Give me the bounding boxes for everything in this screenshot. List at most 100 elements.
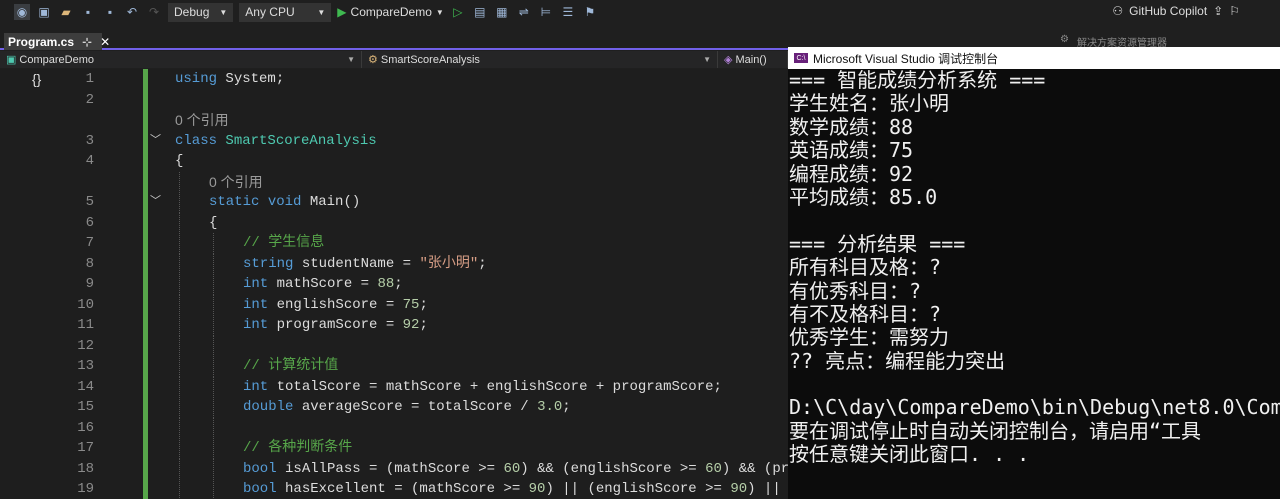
indent-icon[interactable]: ⊨: [538, 4, 554, 20]
project-dropdown[interactable]: ▣ CompareDemo ▼: [0, 51, 362, 68]
code-token: bool: [243, 481, 277, 497]
code-token: System;: [217, 71, 285, 87]
code-line: 11 int programScore = 92;: [0, 315, 788, 336]
indent-guide: [213, 253, 214, 275]
code-text: int mathScore = 88;: [243, 274, 403, 295]
console-line: 英语成绩：75: [789, 138, 914, 163]
code-token: ) && (englishScore >=: [520, 460, 706, 477]
code-token: int: [243, 317, 269, 333]
line-number: 17: [77, 440, 94, 456]
code-token: ;: [394, 276, 403, 292]
code-token: SmartScoreAnalysis: [225, 132, 377, 149]
class-icon: ⚙: [368, 54, 378, 66]
window-layout-icon[interactable]: ▦: [494, 4, 510, 20]
indent-guide: [179, 417, 180, 439]
code-token: // 学生信息: [243, 235, 325, 251]
indent-guide: [213, 356, 214, 377]
line-number: 15: [77, 399, 94, 415]
member-dropdown[interactable]: ◈ Main(): [718, 51, 788, 68]
fold-chevron-icon[interactable]: ﹀: [150, 131, 161, 152]
start-without-debugging-icon[interactable]: ▷: [450, 4, 466, 20]
console-line: ?? 亮点：编程能力突出: [789, 348, 1006, 373]
indent-guide: [179, 212, 180, 234]
comment-icon[interactable]: ☰: [560, 4, 576, 20]
console-line: 平均成绩：85.0: [789, 184, 938, 209]
platform-select[interactable]: Any CPU ▼: [239, 2, 332, 22]
code-line: 4{: [0, 151, 788, 172]
code-token: using: [175, 71, 218, 87]
code-token: bool: [243, 460, 277, 477]
open-folder-icon[interactable]: ▰: [58, 4, 74, 20]
code-token: programScore =: [268, 317, 403, 333]
format-icon[interactable]: ⇌: [516, 4, 532, 20]
indent-guide: [213, 335, 214, 357]
indent-guide: [179, 315, 180, 336]
configuration-select[interactable]: Debug ▼: [168, 2, 234, 22]
debug-console-window[interactable]: C:\ Microsoft Visual Studio 调试控制台 === 智能…: [788, 47, 1280, 499]
share-icon[interactable]: ⇪: [1213, 4, 1223, 18]
close-icon[interactable]: ✕: [100, 35, 110, 49]
console-line: 所有科目及格：?: [789, 255, 942, 280]
new-project-icon[interactable]: ▣: [36, 4, 52, 20]
gear-icon[interactable]: ⚙: [1060, 34, 1069, 46]
code-token: ;: [562, 399, 571, 415]
line-number: 16: [77, 419, 94, 436]
indent-guide: [213, 233, 214, 254]
tab-label: Program.cs: [8, 34, 75, 49]
console-line: 有优秀科目：?: [789, 278, 922, 303]
line-number: 10: [77, 296, 94, 313]
redo-icon[interactable]: ↷: [146, 4, 162, 20]
feedback-icon[interactable]: ⚐: [1229, 4, 1240, 18]
save-icon[interactable]: ▪: [80, 4, 96, 20]
pin-icon[interactable]: ⊹: [82, 35, 92, 49]
github-copilot-button[interactable]: ⚇ GitHub Copilot ⇪ ⚐: [1112, 4, 1240, 18]
code-line: 1 using System;: [0, 69, 788, 90]
solution-icon[interactable]: ▤: [472, 4, 488, 20]
code-token: int: [243, 296, 269, 313]
navigate-back-icon[interactable]: ◉: [14, 4, 30, 20]
code-token: {: [175, 153, 184, 169]
code-editor[interactable]: {} 1 using System; 2 0 个引用 3 ﹀ class SmartScor…: [0, 69, 788, 499]
reference-count[interactable]: 0 个引用: [175, 112, 229, 128]
code-token: hasExcellent = (mathScore >=: [276, 481, 529, 497]
class-dropdown[interactable]: ⚙ SmartScoreAnalysis ▼: [362, 51, 718, 68]
save-all-icon[interactable]: ▪: [102, 4, 118, 20]
code-text: int englishScore = 75;: [243, 295, 428, 316]
indent-guide: [179, 356, 180, 377]
console-line: 学生姓名：张小明: [789, 91, 949, 116]
indent-guide: [179, 294, 180, 316]
code-line: 13 // 计算统计值: [0, 356, 788, 377]
reference-count[interactable]: 0 个引用: [209, 174, 263, 190]
code-token: ) && (pr: [721, 460, 788, 477]
console-line: 按任意键关闭此窗口. . .: [789, 442, 1030, 467]
code-token: totalScore = mathScore + englishScore + …: [268, 378, 722, 395]
line-number: 12: [77, 337, 94, 354]
code-text: // 各种判断条件: [243, 438, 352, 459]
tab-program-cs[interactable]: Program.cs ⊹ ✕: [4, 33, 110, 50]
indent-guide: [179, 192, 180, 213]
class-name: SmartScoreAnalysis: [380, 53, 480, 66]
code-token: // 各种判断条件: [243, 440, 353, 456]
indent-guide: [213, 397, 214, 418]
method-icon: ◈: [724, 54, 733, 66]
undo-icon[interactable]: ↶: [124, 4, 140, 20]
console-line: 数学成绩：88: [789, 114, 914, 139]
codelens-references[interactable]: 0 个引用: [0, 110, 788, 131]
indent-guide: [179, 233, 180, 254]
code-token: 60: [705, 460, 722, 477]
indent-guide: [179, 397, 180, 418]
line-number: 7: [85, 235, 94, 251]
indent-guide: [213, 274, 214, 295]
fold-chevron-icon[interactable]: ﹀: [150, 192, 161, 213]
toolbar: ◉ ▣ ▰ ▪ ▪ ↶ ↷ Debug ▼ Any CPU ▼ ▶ CompareDe…: [0, 0, 1280, 24]
codelens-references[interactable]: 0 个引用: [0, 171, 788, 193]
indent-guide: [213, 315, 214, 336]
code-line: 18 bool isAllPass = (mathScore >= 60) && …: [0, 458, 788, 480]
line-number: 19: [77, 481, 94, 497]
bookmark-icon[interactable]: ⚑: [582, 4, 598, 20]
start-debugging-button[interactable]: ▶ CompareDemo ▼: [337, 5, 444, 19]
indent-guide: [213, 458, 214, 480]
code-token: int: [243, 378, 269, 395]
line-number: 2: [85, 91, 94, 108]
